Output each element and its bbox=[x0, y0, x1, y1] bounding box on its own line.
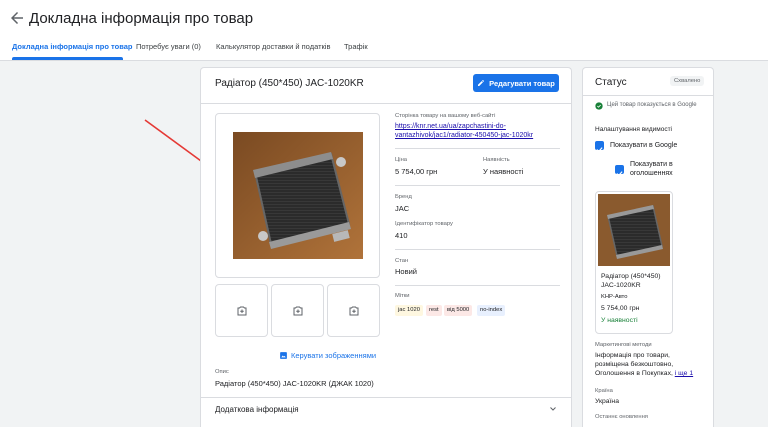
tags-label: Мітки bbox=[395, 293, 410, 299]
more-methods-link[interactable]: і ще 1 bbox=[675, 370, 693, 377]
tag-chip: від 5000 bbox=[444, 305, 473, 316]
tab-bar: Докладна інформація про товар Потребує у… bbox=[0, 36, 768, 61]
product-title: Радіатор (450*450) JAC-1020KR bbox=[215, 78, 364, 89]
tab-product-details[interactable]: Докладна інформація про товар bbox=[12, 42, 132, 51]
divider bbox=[201, 397, 571, 398]
marketing-line: розміщена безкоштовно, bbox=[595, 361, 674, 368]
status-badge: Схвалено bbox=[670, 76, 705, 86]
check-icon bbox=[616, 171, 623, 177]
edit-product-button[interactable]: Редагувати товар bbox=[473, 74, 559, 92]
shown-in-google-text: Цей товар показується в Google bbox=[607, 102, 697, 108]
main-image-box[interactable] bbox=[215, 113, 380, 278]
status-card: Статус Схвалено Цей товар показується в … bbox=[582, 67, 714, 427]
check-circle-icon bbox=[595, 102, 603, 110]
preview-title-line: JAC-1020KR bbox=[601, 282, 641, 289]
manage-images-label: Керувати зображеннями bbox=[291, 351, 377, 360]
active-tab-indicator bbox=[12, 57, 123, 60]
check-icon bbox=[596, 147, 603, 153]
marketing-methods-label: Маркетингові методи bbox=[595, 342, 652, 348]
tag-chip: jac 1020 bbox=[395, 305, 423, 316]
add-photo-icon bbox=[349, 306, 358, 315]
description-label: Опис bbox=[215, 369, 229, 375]
preview-availability: У наявності bbox=[601, 317, 638, 324]
add-image-slot[interactable] bbox=[215, 284, 268, 337]
divider bbox=[395, 249, 560, 250]
manage-images-link[interactable]: Керувати зображеннями bbox=[279, 351, 376, 360]
add-photo-icon bbox=[237, 306, 246, 315]
additional-info-toggle[interactable]: Додаткова інформація bbox=[215, 405, 299, 414]
marketing-methods-value: Інформація про товари, розміщена безкошт… bbox=[595, 351, 707, 378]
back-arrow-icon[interactable] bbox=[8, 9, 26, 27]
show-google-checkbox[interactable] bbox=[595, 141, 604, 153]
brand-value: JAC bbox=[395, 204, 410, 213]
marketing-line-text: Оголошення в Покупках, bbox=[595, 370, 673, 377]
edit-product-label: Редагувати товар bbox=[489, 78, 555, 88]
marketing-line: Оголошення в Покупках, і ще 1 bbox=[595, 369, 707, 378]
show-ads-label-line: Показувати в bbox=[630, 161, 673, 168]
marketing-line: Інформація про товари, bbox=[595, 352, 670, 359]
tab-needs-attention[interactable]: Потребує уваги (0) bbox=[136, 42, 201, 51]
add-image-slot[interactable] bbox=[327, 284, 380, 337]
divider bbox=[395, 285, 560, 286]
ad-preview-card: Радіатор (450*450) JAC-1020KR KHP-Авто 5… bbox=[595, 191, 673, 334]
show-ads-checkbox[interactable] bbox=[615, 165, 624, 177]
show-ads-label: Показувати в оголошеннях bbox=[630, 160, 673, 178]
availability-value: У наявності bbox=[483, 167, 524, 176]
product-page-link-line: https://knr.net.ua/ua/zapchastini-do- bbox=[395, 123, 506, 130]
availability-label: Наявність bbox=[483, 157, 510, 163]
last-updated-label: Останнє оновлення bbox=[595, 414, 648, 420]
status-title: Статус bbox=[595, 77, 627, 88]
radiator-photo bbox=[233, 132, 363, 259]
country-value: Україна bbox=[595, 398, 619, 405]
description-value: Радіатор (450*450) JAC-1020KR (ДЖАК 1020… bbox=[215, 379, 374, 388]
condition-value: Новий bbox=[395, 267, 417, 276]
images-icon bbox=[280, 352, 287, 359]
tab-traffic[interactable]: Трафік bbox=[344, 42, 368, 51]
product-page-link[interactable]: https://knr.net.ua/ua/zapchastini-do- va… bbox=[395, 122, 555, 140]
pencil-icon bbox=[478, 80, 485, 86]
tag-chip: no-index bbox=[477, 305, 506, 316]
tab-shipping-calculator[interactable]: Калькулятор доставки й податків bbox=[216, 42, 330, 51]
brand-label: Бренд bbox=[395, 194, 412, 200]
visibility-title: Налаштування видимості bbox=[595, 126, 672, 133]
radiator-thumbnail bbox=[598, 194, 670, 266]
header-divider bbox=[201, 103, 571, 104]
chevron-down-icon[interactable] bbox=[547, 403, 559, 415]
divider bbox=[395, 148, 560, 149]
show-google-label: Показувати в Google bbox=[610, 142, 678, 149]
price-value: 5 754,00 грн bbox=[395, 167, 438, 176]
product-id-label: Ідентифікатор товару bbox=[395, 221, 453, 227]
preview-title-line: Радіатор (450*450) bbox=[601, 273, 661, 280]
divider bbox=[395, 185, 560, 186]
preview-title: Радіатор (450*450) JAC-1020KR bbox=[601, 272, 669, 290]
add-photo-icon bbox=[293, 306, 302, 315]
top-bar: Докладна інформація про товар bbox=[0, 0, 768, 36]
preview-merchant: KHP-Авто bbox=[601, 294, 628, 300]
add-image-slot[interactable] bbox=[271, 284, 324, 337]
price-label: Ціна bbox=[395, 157, 408, 163]
preview-price: 5 754,00 грн bbox=[601, 305, 640, 312]
tag-chip: rest bbox=[426, 305, 442, 316]
condition-label: Стан bbox=[395, 258, 409, 264]
divider bbox=[583, 95, 713, 96]
country-label: Країна bbox=[595, 388, 613, 394]
product-page-label: Сторінка товару на вашому веб-сайті bbox=[395, 113, 496, 119]
product-page-link-line: vantazhivok/jac1/radiator-450450-jac-102… bbox=[395, 132, 534, 139]
show-ads-label-line: оголошеннях bbox=[630, 170, 673, 177]
product-card: Радіатор (450*450) JAC-1020KR Редагувати… bbox=[200, 67, 572, 427]
product-id-value: 410 bbox=[395, 231, 408, 240]
page-title: Докладна інформація про товар bbox=[29, 10, 254, 27]
